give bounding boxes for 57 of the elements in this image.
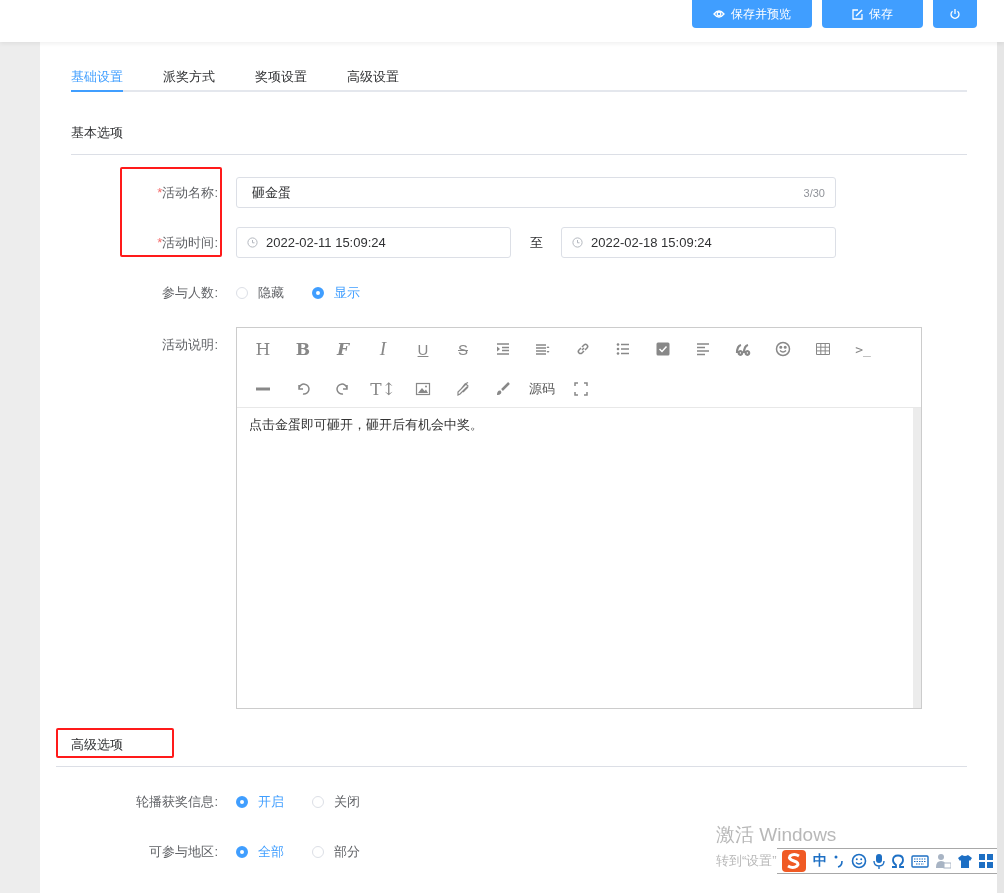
toolbar-button[interactable]: 源码 bbox=[523, 369, 561, 409]
start-date-field[interactable]: 2022-02-11 15:09:24 bbox=[236, 227, 511, 258]
radio-option[interactable]: 隐藏 bbox=[236, 283, 284, 302]
shirt-icon[interactable] bbox=[956, 853, 973, 869]
radio-option[interactable]: 全部 bbox=[236, 842, 284, 861]
date-value: 2022-02-18 15:09:24 bbox=[591, 235, 712, 250]
tab[interactable]: 基础设置 bbox=[71, 42, 123, 92]
save-button[interactable]: 保存 bbox=[822, 0, 923, 28]
clock-icon bbox=[247, 237, 258, 248]
toolbar-button[interactable]: I bbox=[363, 329, 403, 369]
tab[interactable]: 高级设置 bbox=[347, 42, 399, 92]
activation-hint: 转到“设置” bbox=[716, 852, 777, 870]
radio-option[interactable]: 显示 bbox=[312, 283, 360, 302]
editor-text: 点击金蛋即可砸开，砸开后有机会中奖。 bbox=[248, 416, 484, 434]
power-button[interactable] bbox=[933, 0, 977, 28]
activation-title: 激活 Windows bbox=[716, 823, 838, 847]
field-label: 参与人数: bbox=[161, 283, 219, 302]
clock-icon bbox=[572, 237, 583, 248]
field-label: 轮播获奖信息: bbox=[135, 792, 219, 811]
tab[interactable]: 奖项设置 bbox=[255, 42, 307, 92]
punctuation-icon[interactable] bbox=[832, 854, 845, 868]
eye-icon bbox=[713, 8, 725, 20]
radio-option[interactable]: 部分 bbox=[312, 842, 360, 861]
omega-icon[interactable] bbox=[890, 854, 905, 868]
input-value: 砸金蛋 bbox=[252, 183, 291, 202]
radio-option[interactable]: 关闭 bbox=[312, 792, 360, 811]
field-label: *活动时间: bbox=[156, 233, 219, 252]
end-date-field[interactable]: 2022-02-18 15:09:24 bbox=[561, 227, 836, 258]
field-label: *活动名称: bbox=[156, 183, 219, 202]
toolbar-button[interactable]: S bbox=[443, 329, 483, 369]
radio-option[interactable]: 开启 bbox=[236, 792, 284, 811]
tab[interactable]: 派奖方式 bbox=[163, 42, 215, 92]
section-title: 高级选项 bbox=[71, 736, 123, 754]
field-label: 可参与地区: bbox=[148, 842, 219, 861]
smiley-icon[interactable] bbox=[850, 853, 867, 869]
name-input[interactable]: 砸金蛋 3/30 bbox=[236, 177, 836, 208]
user-icon[interactable] bbox=[934, 853, 951, 869]
toolbar-button[interactable]: F bbox=[323, 329, 363, 369]
toolbar-button[interactable]: B bbox=[283, 329, 323, 369]
toolbar-button[interactable]: >_ bbox=[843, 329, 883, 369]
save-preview-button[interactable]: 保存并预览 bbox=[692, 0, 812, 28]
toolbar-button[interactable]: T↕ bbox=[363, 369, 403, 409]
edit-icon bbox=[852, 8, 863, 20]
date-value: 2022-02-11 15:09:24 bbox=[266, 235, 386, 250]
input-mode-toggle[interactable]: 中 bbox=[812, 852, 827, 870]
grid-icon[interactable] bbox=[978, 854, 993, 868]
page-scrollbar[interactable] bbox=[997, 42, 1004, 893]
character-count: 3/30 bbox=[803, 186, 825, 199]
toolbar-button[interactable]: U bbox=[403, 329, 443, 369]
range-separator: 至 bbox=[528, 233, 544, 252]
toolbar-button[interactable]: H bbox=[243, 329, 283, 369]
field-label: 活动说明: bbox=[161, 336, 219, 354]
microphone-icon[interactable] bbox=[872, 853, 885, 869]
section-title: 基本选项 bbox=[71, 124, 123, 142]
keyboard-icon[interactable] bbox=[910, 854, 929, 868]
power-icon bbox=[949, 8, 961, 20]
scrollbar[interactable] bbox=[913, 408, 921, 708]
